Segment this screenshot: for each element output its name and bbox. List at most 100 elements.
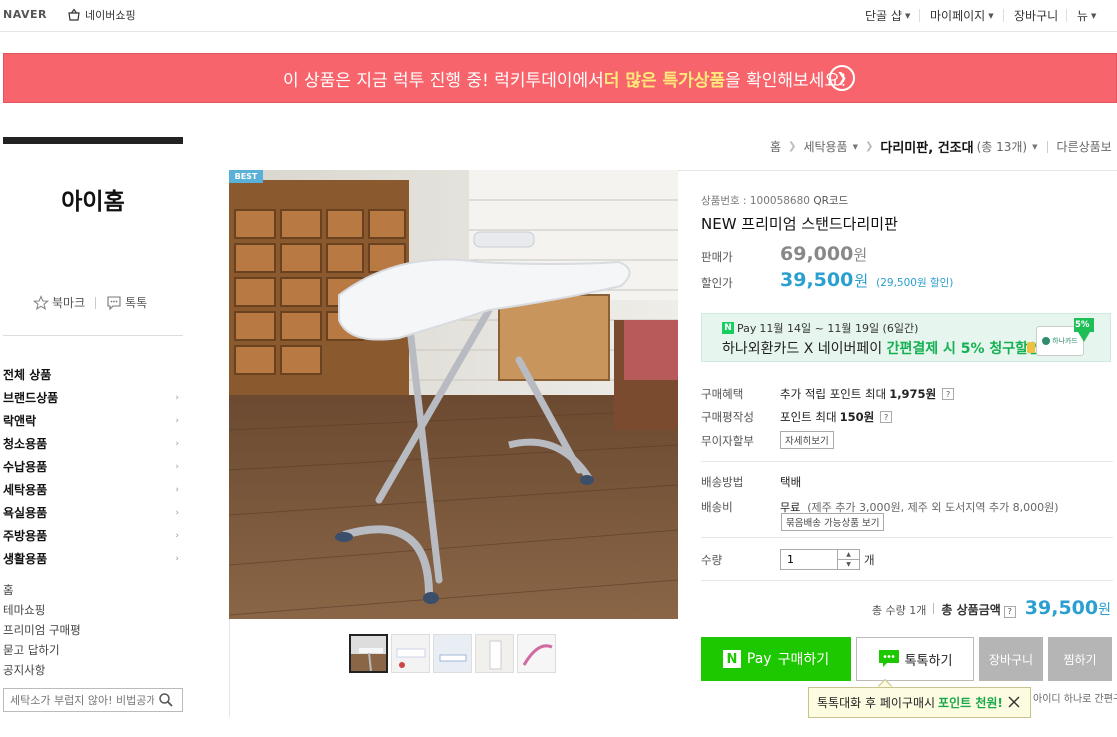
- chevron-right-icon: ›: [175, 438, 179, 449]
- npay-buy-button[interactable]: N Pay 구매하기: [701, 637, 851, 681]
- category-item[interactable]: 수납용품 ›: [3, 455, 179, 478]
- sidebar-link-notice[interactable]: 공지사항: [3, 660, 81, 680]
- divider: [701, 461, 1113, 462]
- qr-code-link[interactable]: QR코드: [813, 195, 848, 207]
- thumbnail[interactable]: [349, 634, 388, 673]
- shopping-basket-icon: [68, 8, 80, 21]
- divider: [701, 580, 1113, 581]
- review-value: 포인트 최대 150원?: [780, 409, 893, 425]
- naver-pay-n-icon: N: [722, 322, 734, 334]
- talk-button[interactable]: 톡톡: [106, 294, 147, 311]
- help-icon[interactable]: ?: [1003, 605, 1016, 618]
- thumbnail[interactable]: [517, 634, 556, 673]
- naver-shopping-label: 네이버쇼핑: [85, 9, 136, 22]
- sidebar-link-qna[interactable]: 묻고 답하기: [3, 640, 81, 660]
- category-item-all[interactable]: 전체 상품: [3, 363, 179, 386]
- banner-highlight: 더 많은 특가상품: [603, 71, 726, 91]
- caret-down-icon: ▼: [904, 11, 911, 20]
- category-item[interactable]: 생활용품 ›: [3, 547, 179, 570]
- naver-logo[interactable]: NAVER: [3, 8, 47, 21]
- breadcrumb-home[interactable]: 홈: [770, 138, 781, 155]
- naver-shopping-link[interactable]: 네이버쇼핑: [67, 7, 136, 23]
- list-price-value: 69,000: [780, 243, 854, 265]
- divider: [3, 335, 183, 336]
- breadcrumb-level2[interactable]: 다리미판, 건조대 (총 13개) ▼: [880, 137, 1037, 156]
- thumbnail[interactable]: [391, 634, 430, 673]
- chevron-right-icon: ❯: [865, 141, 874, 152]
- store-search: [3, 688, 183, 712]
- bookmark-button[interactable]: 북마크: [33, 294, 85, 311]
- divider: [701, 537, 1113, 538]
- ironing-board-photo: [229, 170, 678, 619]
- category-label: 락앤락: [3, 414, 37, 428]
- sidebar-link-theme[interactable]: 테마쇼핑: [3, 600, 81, 620]
- category-item[interactable]: 브랜드상품 ›: [3, 386, 179, 409]
- sidebar-link-home[interactable]: 홈: [3, 580, 81, 600]
- caret-down-icon: ▼: [852, 142, 858, 151]
- list-price: 69,000원: [780, 243, 867, 265]
- npay-period: 11월 14일 ~ 11월 19일 (6일간): [759, 322, 919, 335]
- close-icon[interactable]: [1006, 694, 1022, 710]
- talk-label: 톡톡: [125, 296, 148, 310]
- top-menu-label: 장바구니: [1014, 9, 1059, 23]
- help-icon[interactable]: ?: [880, 411, 893, 423]
- category-label: 주방용품: [3, 529, 48, 543]
- divider: [1066, 9, 1067, 22]
- chevron-right-icon: ›: [175, 530, 179, 541]
- chevron-right-circle-icon[interactable]: ❯: [829, 65, 855, 91]
- chevron-right-icon: ›: [175, 392, 179, 403]
- thumbnail-image: [476, 635, 513, 672]
- search-icon[interactable]: [158, 692, 174, 708]
- total-quantity: 총 수량 1개: [871, 604, 927, 617]
- store-name[interactable]: 아이홈: [3, 182, 183, 216]
- review-text: 포인트 최대: [780, 410, 837, 424]
- total-row: 총 수량 1개 총 상품금액 ? 39,500 원: [872, 597, 1111, 619]
- wishlist-button[interactable]: 찜하기: [1048, 637, 1112, 681]
- thumbnail[interactable]: [433, 634, 472, 673]
- breadcrumb-current: 다리미판, 건조대: [880, 141, 974, 156]
- increment-button[interactable]: ▲: [838, 550, 859, 560]
- breadcrumb: 홈 ❯ 세탁용품 ▼ ❯ 다리미판, 건조대 (총 13개) ▼ 다른상품보: [770, 137, 1117, 156]
- breadcrumb-other-products[interactable]: 다른상품보: [1057, 138, 1112, 155]
- caret-down-icon: ▼: [1091, 11, 1097, 20]
- sidebar-links: 홈 테마쇼핑 프리미엄 구매평 묻고 답하기 공지사항: [3, 580, 81, 680]
- npay-promo-period: N Pay 11월 14일 ~ 11월 19일 (6일간): [722, 320, 918, 336]
- divider: [95, 296, 97, 309]
- npay-line-1: 하나외환카드 X 네이버페이: [722, 341, 887, 357]
- talk-talk-button[interactable]: 톡톡하기: [856, 637, 974, 681]
- banner-text: 이 상품은 지금 럭투 진행 중! 럭키투데이에서 더 많은 특가상품 을 확인…: [283, 66, 847, 91]
- category-item[interactable]: 주방용품 ›: [3, 524, 179, 547]
- help-icon[interactable]: ?: [942, 388, 955, 400]
- add-to-cart-button[interactable]: 장바구니: [979, 637, 1043, 681]
- breadcrumb-level1[interactable]: 세탁용품 ▼: [803, 138, 858, 155]
- sidebar-link-premium-review[interactable]: 프리미엄 구매평: [3, 620, 81, 640]
- installment-value: 자세히보기: [780, 431, 834, 449]
- sidebar-top-rule: [3, 137, 183, 144]
- thumbnail-strip: [349, 634, 556, 673]
- category-item[interactable]: 세탁용품 ›: [3, 478, 179, 501]
- category-item[interactable]: 락앤락 ›: [3, 409, 179, 432]
- sale-price-value: 39,500: [780, 269, 854, 291]
- discount-note: (29,500원 할인): [876, 277, 954, 289]
- quantity-unit: 개: [864, 553, 875, 567]
- store-search-input[interactable]: [4, 689, 154, 711]
- installment-details-button[interactable]: 자세히보기: [780, 431, 834, 449]
- top-menu-favorite-shops[interactable]: 단골 샵 ▼: [865, 7, 910, 24]
- quantity-input[interactable]: [781, 550, 837, 569]
- bundle-shipping-button[interactable]: 묶음배송 가능상품 보기: [781, 513, 885, 531]
- chevron-right-icon: ›: [175, 415, 179, 426]
- id-purchase-note: 아이디 하나로 간편구매: [1033, 694, 1117, 705]
- category-item[interactable]: 욕실용품 ›: [3, 501, 179, 524]
- thumbnail[interactable]: [475, 634, 514, 673]
- category-item[interactable]: 청소용품 ›: [3, 432, 179, 455]
- product-main-image[interactable]: [229, 170, 678, 619]
- installment-label: 무이자할부: [701, 434, 754, 448]
- top-menu-my-page[interactable]: 마이페이지 ▼: [930, 7, 994, 24]
- top-menu-more[interactable]: 뉴 ▼: [1077, 7, 1096, 24]
- decrement-button[interactable]: ▼: [838, 560, 859, 569]
- product-code: 상품번호 : 100058680 QR코드: [701, 193, 848, 208]
- top-menu-cart[interactable]: 장바구니: [1014, 7, 1058, 24]
- chevron-right-icon: ›: [175, 507, 179, 518]
- chevron-right-icon: ›: [175, 553, 179, 564]
- benefit-value: 추가 적립 포인트 최대 1,975원?: [780, 386, 955, 402]
